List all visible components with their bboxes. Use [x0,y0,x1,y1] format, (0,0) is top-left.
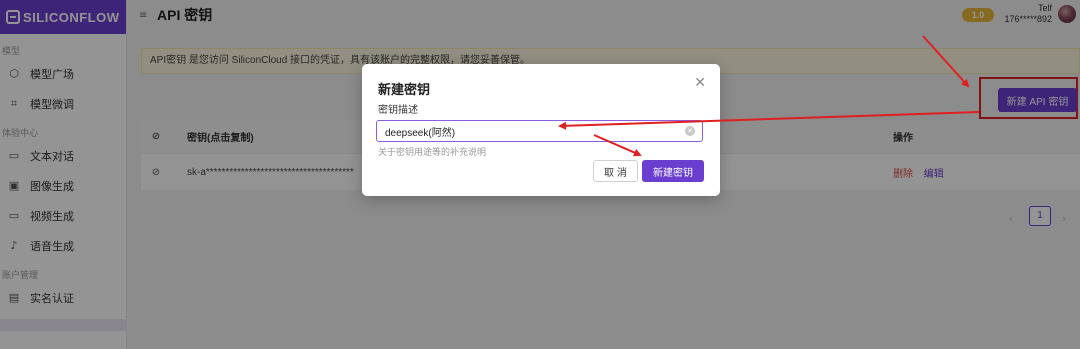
key-description-input[interactable] [385,124,675,139]
clear-input-icon[interactable]: ✕ [685,126,695,136]
dialog-title: 新建密钥 [378,82,431,97]
field-label: 密钥描述 [378,105,418,116]
create-key-button[interactable]: 新建密钥 [642,160,704,182]
cancel-button[interactable]: 取 消 [593,160,638,182]
close-icon[interactable]: ✕ [694,75,706,91]
key-description-field[interactable]: ✕ [376,120,703,142]
new-key-dialog: 新建密钥 ✕ 密钥描述 ✕ 关于密钥用途等的补充说明 取 消 新建密钥 [362,64,720,196]
field-hint: 关于密钥用途等的补充说明 [378,147,487,157]
